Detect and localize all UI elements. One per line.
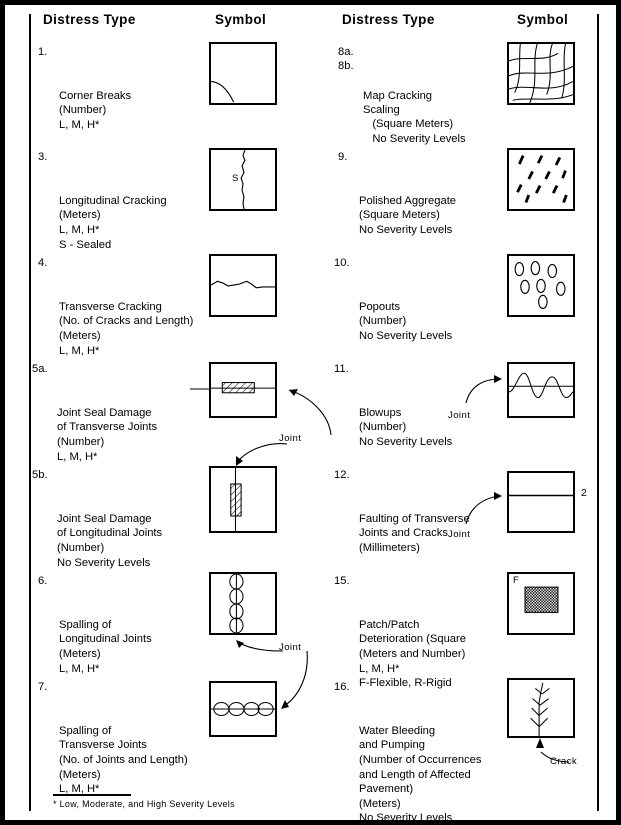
entry-16-number: 16. [334,681,350,693]
entry-1-text: Corner Breaks (Number) L, M, H* [59,89,132,131]
entry-9-number: 9. [338,151,348,163]
inner-border-left [29,14,31,811]
entry-9-text: Polished Aggregate (Square Meters) No Se… [359,194,457,236]
entry-11-number: 11. [334,363,349,375]
entry-3-text: Longitudinal Cracking (Meters) L, M, H* … [59,194,167,251]
footnote-severity-levels: * Low, Moderate, and High Severity Level… [53,799,235,809]
entry-10-text: Popouts (Number) No Severity Levels [359,300,453,342]
symbol-label-sealed: S [232,173,239,184]
annotation-joint-12: Joint [448,529,471,540]
annotation-joint-11: Joint [448,410,471,421]
entry-9-polished-aggregate: 9. Polished Aggregate (Square Meters) No… [338,150,456,267]
header-left-distress-type: Distress Type [43,12,136,27]
symbol-popouts [507,254,575,317]
distress-type-symbol-chart: Distress Type Symbol Distress Type Symbo… [0,0,621,825]
faulting-measurement-value: 2 [581,487,587,499]
entry-6-text: Spalling of Longitudinal Joints (Meters)… [59,618,152,675]
leader-joint-arrow-7 [271,650,311,713]
symbol-corner-breaks [209,42,277,105]
entry-5a-text: Joint Seal Damage of Transverse Joints (… [57,406,158,463]
symbol-longitudinal-cracking [209,148,277,211]
entry-5b-number: 5b. [32,469,48,481]
symbol-water-bleeding [507,678,575,738]
entry-6-number: 6. [38,575,48,587]
symbol-spalling-transverse [209,681,277,737]
entry-7-text: Spalling of Transverse Joints (No. of Jo… [59,724,188,796]
entry-3-number: 3. [38,151,48,163]
entry-16-text: Water Bleeding and Pumping (Number of Oc… [359,724,482,825]
entry-8b-number: 8b. [338,60,354,72]
leader-joint-arrow-12 [460,492,510,526]
symbol-joint-seal-longitudinal [209,466,277,533]
entry-7-number: 7. [38,681,48,693]
entry-15-number: 15. [334,575,350,587]
entry-1-corner-breaks: 1. Corner Breaks (Number) L, M, H* [38,45,131,162]
symbol-transverse-cracking [209,254,277,317]
entry-4-number: 4. [38,257,48,269]
symbol-joint-seal-transverse [209,362,277,418]
annotation-crack-16: Crack [550,756,578,767]
header-left-symbol: Symbol [215,12,267,27]
entry-10-popouts: 10. Popouts (Number) No Severity Levels [334,256,452,373]
footnote-divider [53,794,131,796]
entry-1-number: 1. [38,46,48,58]
symbol-blowups [507,362,575,418]
entry-5b-text: Joint Seal Damage of Longitudinal Joints… [57,512,163,569]
inner-border-right [597,14,599,811]
entry-12-faulting: 12. Faulting of Transverse Joints and Cr… [334,468,470,585]
leader-joint-arrow-5b [227,440,289,470]
entry-8a-number: 8a. [338,46,354,58]
leader-joint-5a [190,385,210,393]
entry-11-blowups: 11. Blowups (Number) No Severity Levels [334,362,452,479]
entry-5a-number: 5a. [32,363,48,375]
entry-16-water-bleeding: 16. Water Bleeding and Pumping (Number o… [334,680,482,825]
leader-joint-arrow-11 [460,373,510,405]
header-right-symbol: Symbol [517,12,569,27]
symbol-faulting [507,471,575,533]
symbol-polished-aggregate [507,148,575,211]
symbol-spalling-longitudinal [209,572,277,635]
entry-4-text: Transverse Cracking (No. of Cracks and L… [59,300,194,357]
header-right-distress-type: Distress Type [342,12,435,27]
entry-8b-text: Scaling (Square Meters) No Severity Leve… [363,103,466,145]
entry-10-number: 10. [334,257,350,269]
entry-11-text: Blowups (Number) No Severity Levels [359,406,453,448]
symbol-label-flexible: F [513,575,519,586]
entry-12-number: 12. [334,469,350,481]
symbol-map-cracking [507,42,575,105]
